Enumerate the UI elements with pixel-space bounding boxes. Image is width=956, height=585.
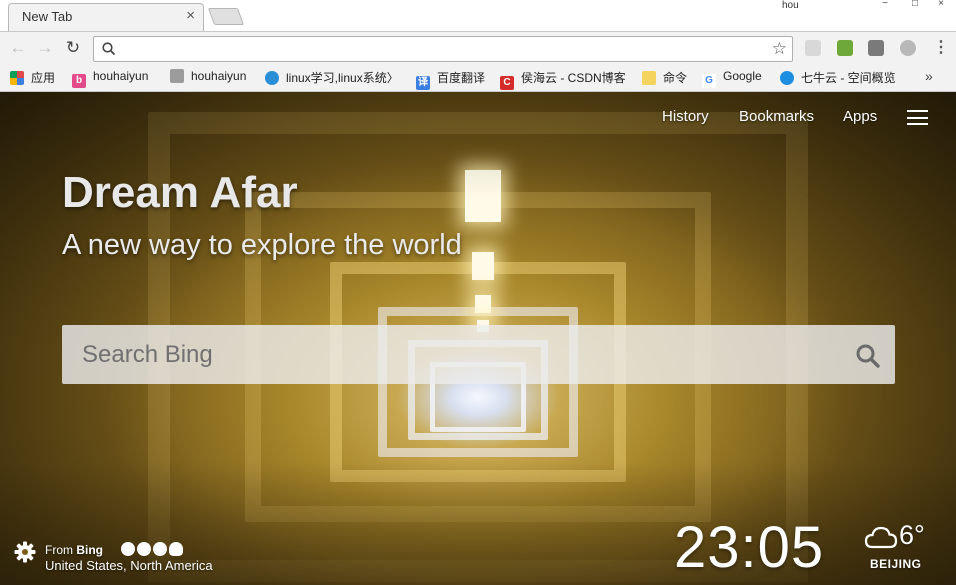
gear-icon[interactable]	[14, 541, 36, 563]
credit-source: From Bing	[45, 543, 104, 557]
close-window-button[interactable]: ×	[926, 0, 956, 12]
bookmark-b-icon: b	[72, 74, 86, 88]
profile-label[interactable]: hou	[782, 0, 799, 11]
search-box	[62, 325, 895, 384]
bookmarks-bar: 应用 b houhaiyun houhaiyun linux学习,linux系统〉…	[0, 64, 956, 92]
google-icon: G	[702, 74, 716, 88]
bookmark-baidu-translate[interactable]: 译百度翻译	[416, 69, 485, 90]
extension-icon-3[interactable]	[868, 40, 884, 56]
qq-icon[interactable]	[169, 542, 183, 556]
search-icon[interactable]	[855, 343, 881, 369]
tab-strip: New Tab × hou − □ ×	[0, 0, 956, 31]
history-link[interactable]: History	[662, 108, 709, 125]
minimize-button[interactable]: −	[870, 0, 900, 12]
bookmark-folder-commands[interactable]: 命令	[642, 69, 687, 87]
temperature: 6°	[899, 520, 925, 550]
weather-city: BEIJING	[870, 557, 922, 571]
clock: 23:05	[674, 515, 825, 580]
share-icons	[121, 542, 185, 558]
credit-source-name[interactable]: Bing	[76, 543, 103, 557]
bookmark-translate-icon: 译	[416, 76, 430, 90]
hamburger-menu-icon[interactable]	[907, 110, 928, 125]
apps-grid-icon	[10, 71, 24, 85]
weibo-icon[interactable]	[153, 542, 167, 556]
chrome-menu-icon[interactable]: ⋮	[933, 39, 949, 57]
new-tab-button[interactable]	[207, 8, 245, 25]
bookmark-qiniu[interactable]: 七牛云 - 空间概览	[780, 69, 896, 87]
weather-widget[interactable]: 6° BEIJING	[864, 520, 944, 572]
bookmark-globe-icon	[265, 71, 279, 85]
bookmark-houhaiyun-2[interactable]: houhaiyun	[170, 69, 246, 87]
address-input[interactable]	[122, 40, 762, 58]
bookmark-star-icon[interactable]: ☆	[772, 38, 787, 60]
cloud-icon	[864, 526, 898, 549]
dream-afar-page: History Bookmarks Apps Dream Afar A new …	[0, 92, 956, 585]
page-title: Dream Afar	[62, 168, 298, 217]
extension-icon-1[interactable]	[805, 40, 821, 56]
pinterest-icon[interactable]	[137, 542, 151, 556]
tab-close-icon[interactable]: ×	[186, 8, 195, 24]
bookmark-csdn[interactable]: C 侯海云 - CSDN博客	[500, 69, 626, 90]
folder-icon	[642, 71, 656, 85]
bookmarks-link[interactable]: Bookmarks	[739, 108, 814, 125]
tab-title: New Tab	[22, 9, 73, 24]
reload-button[interactable]: ↻	[63, 38, 83, 58]
address-bar[interactable]: ☆	[93, 36, 793, 62]
credit-location: United States, North America	[45, 558, 213, 573]
bookmark-google[interactable]: G Google	[702, 69, 762, 88]
bookmark-csdn-icon: C	[500, 76, 514, 90]
bookmark-leaf-icon	[170, 69, 184, 83]
bookmark-linux[interactable]: linux学习,linux系统〉	[265, 69, 399, 87]
bookmark-houhaiyun-1[interactable]: b houhaiyun	[72, 69, 148, 88]
search-icon	[102, 42, 116, 56]
page-subtitle: A new way to explore the world	[62, 229, 462, 261]
bookmark-qiniu-icon	[780, 71, 794, 85]
apps-link[interactable]: Apps	[843, 108, 877, 125]
extension-icon-4[interactable]	[900, 40, 916, 56]
download-icon[interactable]	[121, 542, 135, 556]
back-button[interactable]: ←	[8, 38, 28, 58]
tab-new-tab[interactable]: New Tab ×	[8, 3, 204, 31]
extension-icon-2[interactable]	[837, 40, 853, 56]
forward-button[interactable]: →	[35, 38, 55, 58]
bookmarks-overflow-icon[interactable]: »	[925, 68, 933, 84]
browser-toolbar: ← → ↻ ☆ ⋮	[0, 31, 956, 64]
bookmark-apps[interactable]: 应用	[10, 69, 55, 87]
search-input[interactable]	[82, 337, 842, 373]
